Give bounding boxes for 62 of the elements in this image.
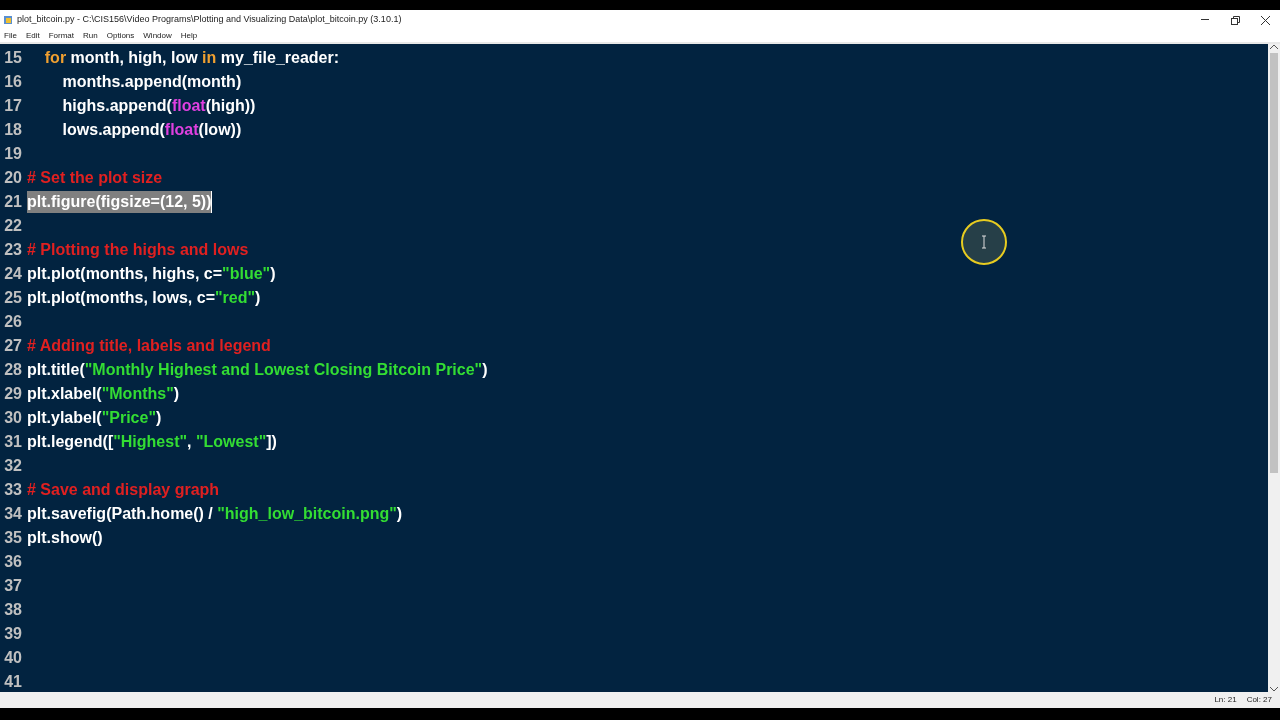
close-icon <box>1260 15 1270 25</box>
menu-item[interactable]: Options <box>106 32 135 40</box>
line-number: 28 <box>3 360 22 380</box>
line-number: 18 <box>3 120 22 140</box>
menu-item[interactable]: Window <box>143 32 172 40</box>
code-line: # Plotting the highs and lows <box>27 240 249 260</box>
menu-item[interactable]: Edit <box>25 32 40 40</box>
line-number: 19 <box>3 144 22 164</box>
line-number: 29 <box>3 384 22 404</box>
line-number: 38 <box>3 600 22 620</box>
menu-item[interactable]: Help <box>180 32 198 40</box>
cursor-highlight-icon <box>960 218 1008 266</box>
code-line: plt.plot(months, highs, c="blue") <box>27 264 276 284</box>
code-line: plt.legend(["Highest", "Lowest"]) <box>27 432 277 452</box>
line-indicator: Ln: 21 <box>1214 694 1237 706</box>
code-line: plt.ylabel("Price") <box>27 408 162 428</box>
line-number: 33 <box>3 480 22 500</box>
code-line: plt.plot(months, lows, c="red") <box>27 288 261 308</box>
scroll-thumb[interactable] <box>1270 53 1278 473</box>
line-number: 16 <box>3 72 22 92</box>
line-number: 17 <box>3 96 22 116</box>
code-line: # Adding title, labels and legend <box>27 336 271 356</box>
line-number: 41 <box>3 672 22 692</box>
code-line: for month, high, low in my_file_reader: <box>43 48 340 68</box>
scroll-down-icon <box>1270 687 1278 692</box>
code-line: plt.xlabel("Months") <box>27 384 180 404</box>
code-line: lows.append(float(low)) <box>61 120 242 140</box>
line-number: 20 <box>3 168 22 188</box>
column-indicator: Col: 27 <box>1246 694 1272 706</box>
line-number: 24 <box>3 264 22 284</box>
code-line: months.append(month) <box>61 72 242 92</box>
code-line: # Save and display graph <box>27 480 220 500</box>
code-line: plt.show() <box>27 528 103 548</box>
line-number: 22 <box>3 216 22 236</box>
python-file-icon <box>3 15 13 25</box>
line-number: 23 <box>3 240 22 260</box>
restore-icon <box>1230 15 1240 25</box>
line-number: 31 <box>3 432 22 452</box>
menu-item[interactable]: File <box>4 32 17 40</box>
code-line: plt.title("Monthly Highest and Lowest Closing Bitcoin Price") <box>27 360 488 380</box>
line-number: 37 <box>3 576 22 596</box>
menu-item[interactable]: Run <box>83 32 98 40</box>
line-number: 35 <box>3 528 22 548</box>
line-number: 34 <box>3 504 22 524</box>
menu-item[interactable]: Format <box>48 32 75 40</box>
line-number: 36 <box>3 552 22 572</box>
scroll-up-icon <box>1270 44 1278 49</box>
window-title: plot_bitcoin.py - C:\CIS156\Video Programs\Plotting and Visualizing Data\plot_bitcoin.py (3.10.1) <box>17 13 402 27</box>
line-number: 15 <box>3 48 22 68</box>
minimize-icon <box>1201 19 1209 21</box>
code-line: # Set the plot size <box>27 168 163 188</box>
code-line: plt.savefig(Path.home() / "high_low_bitcoin.png") <box>27 504 403 524</box>
scrollbar[interactable] <box>1268 44 1280 692</box>
line-number: 32 <box>3 456 22 476</box>
line-number: 39 <box>3 624 22 644</box>
line-number: 40 <box>3 648 22 668</box>
line-number: 25 <box>3 288 22 308</box>
code-line: highs.append(float(high)) <box>61 96 256 116</box>
line-number: 27 <box>3 336 22 356</box>
line-number: 21 <box>3 192 22 212</box>
line-number: 30 <box>3 408 22 428</box>
line-number: 26 <box>3 312 22 332</box>
